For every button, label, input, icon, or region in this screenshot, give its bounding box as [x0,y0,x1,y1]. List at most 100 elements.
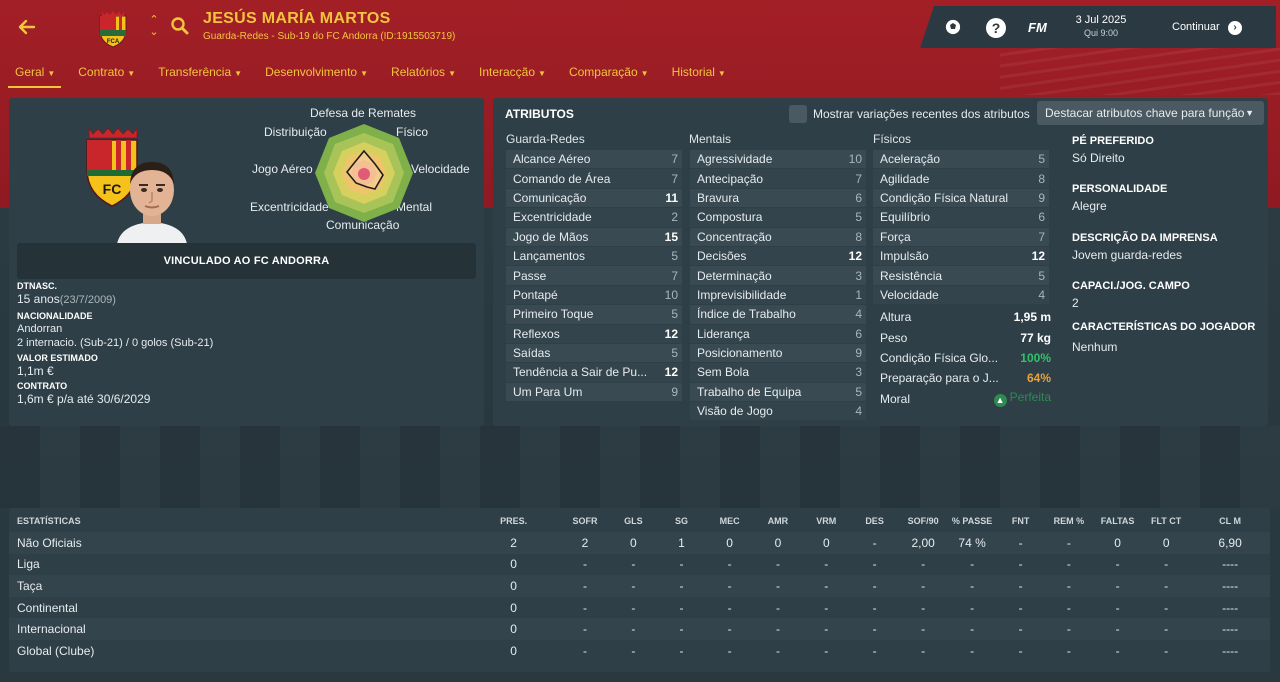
stats-column-header[interactable]: AMR [754,510,802,532]
attribute-row[interactable]: Alcance Aéreo 7 [506,150,682,170]
player-subtitle[interactable]: Guarda-Redes - Sub-19 do FC Andorra (ID:… [203,31,455,42]
tab-comparacao[interactable]: Comparação ▼ [562,64,649,88]
press-label: DESCRIÇÃO DA IMPRENSA [1072,232,1218,244]
stats-cell: - [921,600,926,615]
table-row[interactable]: Liga 0- - - - - - - - - - - - - ---- [9,553,1270,576]
stats-column-header[interactable]: SG [658,510,706,532]
continue-button[interactable]: Continuar [1172,21,1220,33]
attribute-row[interactable]: Imprevisibilidade 1 [690,285,866,306]
tab-interaccao[interactable]: Interacção ▼ [472,64,546,88]
stats-column-header[interactable]: SOF/90 [899,510,948,532]
attribute-row[interactable]: Comunicação 11 [506,188,682,209]
stats-column-header[interactable]: GLS [609,510,657,532]
tab-transferencia[interactable]: Transferência ▼ [151,64,242,88]
stats-column-header[interactable]: SOFR [561,510,610,532]
attribute-name: Compostura [697,210,763,225]
table-row[interactable]: Global (Clube) 0- - - - - - - - - - - - - ---- [9,639,1270,662]
stats-column-header[interactable]: % PASSE [948,510,997,532]
attribute-row[interactable]: Primeiro Toque 5 [506,305,682,325]
attribute-row[interactable]: Aceleração 5 [873,150,1049,170]
attribute-row[interactable]: Força 7 [873,227,1049,247]
attribute-row[interactable]: Liderança 6 [690,324,866,344]
attribute-row[interactable]: Posicionamento 9 [690,343,866,364]
table-row[interactable]: Internacional 0- - - - - - - - - - - - - ---- [9,618,1270,640]
table-row[interactable]: Não Oficiais 2 2 0 1 0 0 0 - 2,00 74 % - - 0 0 6,90 [9,532,1270,554]
stats-column-header[interactable]: VRM [802,510,850,532]
stats-column-header[interactable]: MEC [705,510,753,532]
attribute-row[interactable]: Antecipação 7 [690,169,866,189]
attribute-row[interactable]: Equilíbrio 6 [873,208,1049,228]
tab-contrato[interactable]: Contrato ▼ [71,64,135,88]
stats-cell: - [679,622,684,637]
attribute-row[interactable]: Jogo de Mãos 15 [506,227,682,247]
attribute-row[interactable]: Impulsão 12 [873,246,1049,267]
stats-column-header[interactable]: ESTATÍSTICAS [9,510,467,532]
stats-column-header[interactable]: FALTAS [1093,510,1142,532]
personality-value[interactable]: Alegre [1072,199,1107,213]
attribute-row[interactable]: Concentração 8 [690,227,866,247]
attribute-value: 15 [664,229,678,244]
attribute-row[interactable]: Comando de Área 7 [506,169,682,189]
table-row[interactable]: Taça 0- - - - - - - - - - - - - ---- [9,575,1270,597]
attribute-row[interactable]: Trabalho de Equipa 5 [690,382,866,403]
ball-icon[interactable] [944,18,962,36]
attribute-row[interactable]: Agressividade 10 [690,150,866,170]
attribute-row[interactable]: Um Para Um 9 [506,382,682,403]
weight-label: Peso [880,330,908,345]
tab-desenvolvimento[interactable]: Desenvolvimento ▼ [258,64,368,88]
attribute-row[interactable]: Visão de Jogo 4 [690,402,866,422]
contract-banner: VINCULADO AO FC ANDORRA [17,243,476,279]
highlight-role-dropdown[interactable]: Destacar atributos chave para função ▼ [1037,101,1264,125]
attribute-value: 8 [855,229,862,244]
back-arrow-icon[interactable] [14,14,40,40]
goalkeeping-header: Guarda-Redes [506,132,585,146]
attribute-row[interactable]: Saídas 5 [506,343,682,364]
show-changes-label[interactable]: Mostrar variações recentes dos atributos [813,107,1030,121]
stats-column-header[interactable]: FNT [997,510,1045,532]
attribute-row[interactable]: Excentricidade 2 [506,208,682,228]
club-crest-icon[interactable]: FCA [96,10,130,48]
attribute-row[interactable]: Índice de Trabalho 4 [690,305,866,325]
attribute-row[interactable]: Compostura 5 [690,208,866,228]
stats-column-header[interactable]: REM % [1045,510,1093,532]
stats-column-header[interactable]: CL M [1190,510,1270,532]
tab-historial[interactable]: Historial ▼ [665,64,726,88]
stats-cell: 1 [678,535,685,550]
stats-cell: - [970,578,975,593]
attribute-row[interactable]: Sem Bola 3 [690,363,866,383]
attribute-name: Concentração [697,229,772,244]
attribute-row[interactable]: Lançamentos 5 [506,246,682,267]
player-nav: Geral ▼ Contrato ▼ Transferência ▼ Desenvol… [8,64,742,88]
stats-column-header[interactable]: FLT CT [1142,510,1190,532]
attribute-row[interactable]: Velocidade 4 [873,285,1049,306]
attribute-row[interactable]: Tendência a Sair de Pu... 12 [506,363,682,383]
help-icon[interactable]: ? [986,18,1006,38]
attribute-row[interactable]: Passe 7 [506,266,682,286]
continue-icon[interactable]: › [1228,21,1242,35]
fm-logo[interactable]: FM [1028,20,1047,35]
attribute-row[interactable]: Agilidade 8 [873,169,1049,189]
nationality-value[interactable]: Andorran [17,323,62,335]
tab-geral[interactable]: Geral ▼ [8,64,62,88]
table-row[interactable]: Continental 0- - - - - - - - - - - - - ---- [9,596,1270,619]
show-changes-checkbox[interactable] [789,105,807,123]
attribute-row[interactable]: Resistência 5 [873,266,1049,286]
stats-cell: ---- [1222,557,1239,572]
attribute-row[interactable]: Determinação 3 [690,266,866,286]
morale-row[interactable]: Moral ▲ Perfeita [873,389,1051,409]
attribute-row[interactable]: Decisões 12 [690,246,866,267]
stats-cell: - [1066,535,1071,550]
attribute-row[interactable]: Bravura 6 [690,188,866,209]
tab-relatorios[interactable]: Relatórios ▼ [384,64,456,88]
chevron-down-icon: ▼ [640,69,649,78]
stats-column-header[interactable]: DES [850,510,898,532]
attribute-row[interactable]: Reflexos 12 [506,324,682,344]
stats-cell: - [1115,643,1120,658]
stats-column-header[interactable]: PRES. [467,510,561,532]
up-down-icon[interactable]: ⌃ ⌄ [147,14,161,38]
search-icon[interactable] [170,16,190,36]
attribute-value: 10 [848,152,862,167]
attribute-row[interactable]: Pontapé 10 [506,285,682,306]
attribute-row[interactable]: Condição Física Natural 9 [873,188,1049,209]
stats-cell: - [631,622,636,637]
